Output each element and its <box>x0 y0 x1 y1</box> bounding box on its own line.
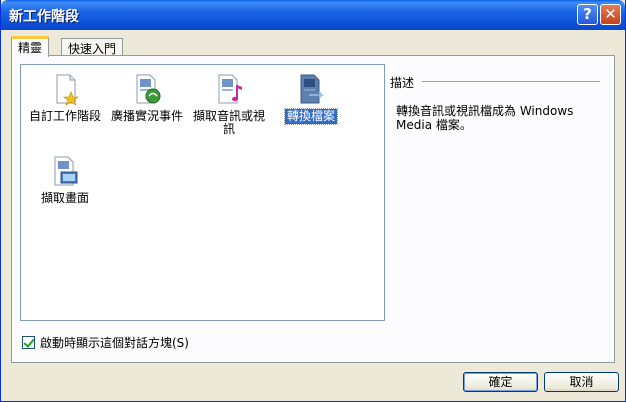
checkbox-label: 啟動時顯示這個對話方塊(S) <box>40 336 189 350</box>
list-item-broadcast-live[interactable]: 廣播實況事件 <box>105 73 189 124</box>
list-item-label: 廣播實況事件 <box>110 109 183 123</box>
description-heading: 描述 <box>390 76 415 90</box>
list-item-label: 轉換檔案 <box>283 108 339 125</box>
list-item-capture-screen[interactable]: 擷取畫面 <box>23 155 107 206</box>
capture-screen-icon <box>54 156 78 186</box>
tab-wizard[interactable]: 精靈 <box>11 36 50 57</box>
close-button[interactable]: ✕ <box>600 4 621 25</box>
title-bar[interactable]: 新工作階段 ? ✕ <box>1 0 625 30</box>
list-item-capture-av[interactable]: 擷取音訊或視訊 <box>187 73 271 137</box>
broadcast-live-icon <box>136 74 161 104</box>
tab-panel: 自訂工作階段 廣播實況事件 擷取音訊或視訊 轉換檔案 擷取畫面 描述 轉換音訊或… <box>11 55 615 363</box>
cancel-button[interactable]: 取消 <box>544 372 619 392</box>
ok-button[interactable]: 確定 <box>463 372 538 392</box>
convert-file-icon <box>300 74 324 104</box>
list-item-convert-file[interactable]: 轉換檔案 <box>269 73 353 125</box>
list-item-label: 自訂工作階段 <box>28 109 101 123</box>
window-title: 新工作階段 <box>9 9 79 25</box>
capture-av-icon <box>218 74 242 104</box>
custom-session-icon <box>56 74 79 105</box>
list-item-custom-session[interactable]: 自訂工作階段 <box>23 73 107 124</box>
list-item-label: 擷取畫面 <box>40 191 89 205</box>
new-session-dialog: 新工作階段 ? ✕ 精靈 快速入門 自訂工作階段 廣播實況事件 擷取音訊或視訊 … <box>0 0 626 402</box>
help-button[interactable]: ? <box>577 4 598 25</box>
session-type-list[interactable]: 自訂工作階段 廣播實況事件 擷取音訊或視訊 轉換檔案 擷取畫面 <box>20 64 385 321</box>
tab-quick-start[interactable]: 快速入門 <box>61 38 124 56</box>
checkbox-checked-icon[interactable] <box>22 336 35 349</box>
description-text: 轉換音訊或視訊檔成為 Windows Media 檔案。 <box>396 104 574 132</box>
show-at-startup-checkbox[interactable]: 啟動時顯示這個對話方塊(S) <box>22 334 189 351</box>
list-item-label: 擷取音訊或視訊 <box>192 109 265 136</box>
description-divider <box>422 81 600 82</box>
